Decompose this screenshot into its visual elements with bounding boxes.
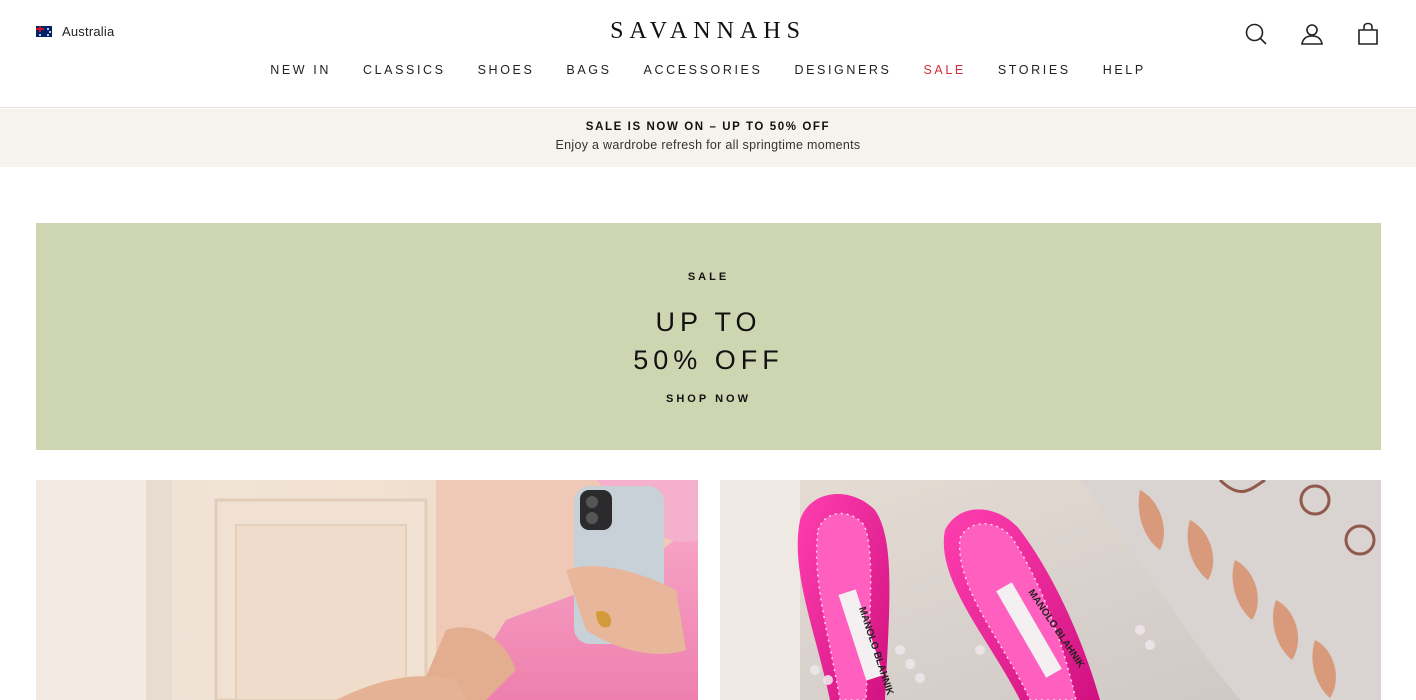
nav-item-accessories[interactable]: ACCESSORIES [628, 63, 779, 77]
sale-hero-banner[interactable]: SALE UP TO 50% OFF SHOP NOW [36, 223, 1381, 450]
promo-title: SALE IS NOW ON – UP TO 50% OFF [585, 121, 831, 133]
nav-item-classics[interactable]: CLASSICS [347, 63, 462, 77]
nav-item-shoes[interactable]: SHOES [462, 63, 551, 77]
nav-item-stories[interactable]: STORIES [982, 63, 1087, 77]
promo-tile-manolo-blahnik[interactable]: MANOLO BLAHNIK MANOLO BLAHNIK [720, 480, 1381, 700]
nav-item-sale[interactable]: SALE [907, 63, 981, 77]
shoes-image: MANOLO BLAHNIK MANOLO BLAHNIK [720, 480, 1381, 700]
hero-eyebrow: SALE [687, 271, 730, 283]
promo-tile-lifestyle[interactable] [36, 480, 698, 700]
hero-headline-line2: 50% OFF [633, 345, 784, 375]
nav-item-help[interactable]: HELP [1087, 63, 1162, 77]
nav-item-new-in[interactable]: NEW IN [254, 63, 347, 77]
account-icon[interactable] [1300, 22, 1324, 46]
main-nav: NEW IN CLASSICS SHOES BAGS ACCESSORIES D… [0, 63, 1416, 77]
site-logo[interactable]: SAVANNAHS [0, 18, 1416, 45]
site-header: Australia SAVANNAHS NEW IN CLASSICS SHOE… [0, 0, 1416, 108]
search-icon[interactable] [1244, 22, 1268, 46]
hero-headline: UP TO 50% OFF [36, 303, 1381, 379]
header-icons [1244, 22, 1380, 46]
promo-subtitle: Enjoy a wardrobe refresh for all springt… [555, 138, 861, 152]
promo-banner[interactable]: SALE IS NOW ON – UP TO 50% OFF Enjoy a w… [0, 109, 1416, 167]
nav-item-bags[interactable]: BAGS [550, 63, 627, 77]
bag-icon[interactable] [1356, 22, 1380, 46]
lifestyle-image [36, 480, 698, 700]
nav-item-designers[interactable]: DESIGNERS [778, 63, 907, 77]
shop-now-link[interactable]: SHOP NOW [36, 393, 1381, 405]
hero-headline-line1: UP TO [655, 307, 762, 337]
